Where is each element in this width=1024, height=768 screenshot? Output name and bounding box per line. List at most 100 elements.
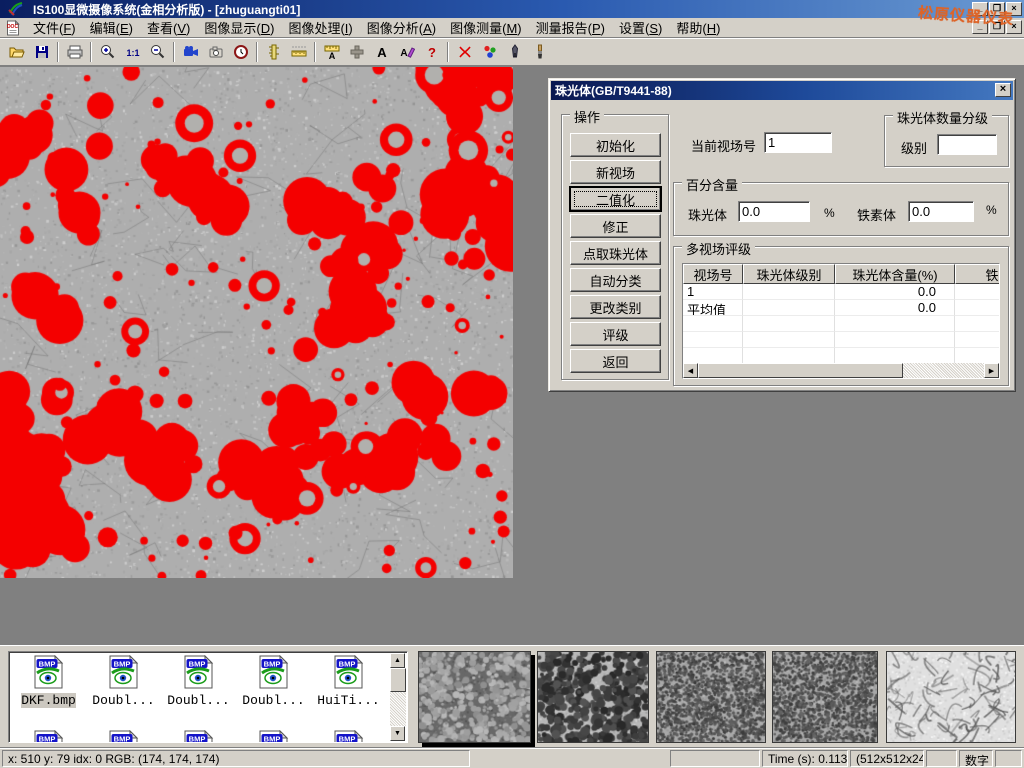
caliper-icon[interactable] <box>261 41 286 64</box>
file-item-3[interactable]: BMPDoubl... <box>236 655 311 708</box>
column-header-0[interactable]: 视场号 <box>683 264 743 284</box>
grid-icon[interactable] <box>344 41 369 64</box>
table-row-1[interactable]: 平均值0.0 <box>683 300 999 316</box>
level-input[interactable] <box>937 134 997 155</box>
table-cell <box>955 284 1000 300</box>
op-button-7[interactable]: 评级 <box>570 322 661 346</box>
column-header-2[interactable]: 珠光体含量(%) <box>835 264 955 284</box>
bottom-panel: BMPDKF.bmpBMPDoubl...BMPDoubl...BMPDoubl… <box>0 645 1024 747</box>
menu-item-7[interactable]: 测量报告(P) <box>529 16 612 39</box>
svg-text:?: ? <box>428 45 436 60</box>
thumbnail-4[interactable] <box>772 651 878 743</box>
column-header-1[interactable]: 珠光体级别 <box>743 264 835 284</box>
text-icon[interactable]: A <box>369 41 394 64</box>
menu-item-2[interactable]: 查看(V) <box>140 16 197 39</box>
scroll-left-icon[interactable]: ◀ <box>683 363 698 378</box>
file-item-2[interactable]: BMPDoubl... <box>161 655 236 708</box>
table-row-4[interactable] <box>683 348 999 364</box>
thumbnail-1[interactable] <box>418 651 531 743</box>
curve-cut-icon[interactable] <box>452 41 477 64</box>
menu-item-3[interactable]: 图像显示(D) <box>197 16 281 39</box>
scrollbar-thumb[interactable] <box>390 668 406 692</box>
file-item-partial-2[interactable]: BMP <box>161 730 236 743</box>
pearlite-value-input[interactable] <box>738 201 810 222</box>
menu-item-4[interactable]: 图像处理(I) <box>281 16 359 39</box>
metallograph-image[interactable] <box>0 67 513 578</box>
op-button-5[interactable]: 自动分类 <box>570 268 661 292</box>
table-cell <box>743 284 835 300</box>
menu-item-9[interactable]: 帮助(H) <box>669 16 727 39</box>
grade-group: 珠光体数量分级 级别 <box>884 115 1009 167</box>
file-item-0[interactable]: BMPDKF.bmp <box>11 655 86 708</box>
menu-item-5[interactable]: 图像分析(A) <box>360 16 443 39</box>
dialog-close-icon[interactable]: × <box>995 83 1011 97</box>
file-item-partial-4[interactable]: BMP <box>311 730 386 743</box>
scroll-up-icon[interactable]: ▲ <box>390 653 405 668</box>
ferrite-value-input[interactable] <box>908 201 974 222</box>
save-icon[interactable] <box>29 41 54 64</box>
ruler-icon[interactable] <box>286 41 311 64</box>
open-icon[interactable] <box>4 41 29 64</box>
op-button-6[interactable]: 更改类别 <box>570 295 661 319</box>
brush-icon[interactable] <box>527 41 552 64</box>
dialog-body: 操作 初始化新视场二值化修正点取珠光体自动分类更改类别评级返回 当前视场号 珠光… <box>551 100 1013 387</box>
op-button-1[interactable]: 新视场 <box>570 160 661 184</box>
scroll-down-icon[interactable]: ▼ <box>390 726 405 741</box>
thumbnail-2[interactable] <box>537 651 649 743</box>
table-row-0[interactable]: 10.0 <box>683 284 999 300</box>
op-button-2[interactable]: 二值化 <box>570 187 661 211</box>
table-cell: 1 <box>683 284 743 300</box>
file-name: DKF.bmp <box>21 693 76 708</box>
vertical-scrollbar: ▲ ▼ <box>390 653 406 741</box>
file-item-partial-1[interactable]: BMP <box>86 730 161 743</box>
file-item-partial-0[interactable]: BMP <box>11 730 86 743</box>
pen-icon[interactable] <box>502 41 527 64</box>
table-cell <box>835 316 955 332</box>
actual-size-icon[interactable]: 1:1 <box>120 41 145 64</box>
video-camera-icon[interactable] <box>178 41 203 64</box>
camera-icon[interactable] <box>203 41 228 64</box>
thumbnail-3[interactable] <box>656 651 766 743</box>
table-row-3[interactable] <box>683 332 999 348</box>
op-button-8[interactable]: 返回 <box>570 349 661 373</box>
operations-group-title: 操作 <box>570 107 604 126</box>
menu-item-0[interactable]: 文件(F) <box>26 16 83 39</box>
menu-item-8[interactable]: 设置(S) <box>612 16 669 39</box>
file-item-1[interactable]: BMPDoubl... <box>86 655 161 708</box>
measure-text-icon[interactable]: A <box>319 41 344 64</box>
scroll-right-icon[interactable]: ▶ <box>984 363 999 378</box>
svg-text:BMP: BMP <box>339 735 356 744</box>
print-icon[interactable] <box>62 41 87 64</box>
op-button-3[interactable]: 修正 <box>570 214 661 238</box>
table-cell: 平均值 <box>683 300 743 316</box>
svg-text:BMP: BMP <box>264 735 281 744</box>
scrollbar-track[interactable] <box>390 692 406 726</box>
menu-item-1[interactable]: 编辑(E) <box>83 16 140 39</box>
pearlite-unit: % <box>824 206 835 220</box>
file-item-partial-3[interactable]: BMP <box>236 730 311 743</box>
menu-item-6[interactable]: 图像测量(M) <box>443 16 529 39</box>
scrollbar-track[interactable] <box>903 363 984 378</box>
mdi-client-area: 珠光体(GB/T9441-88) × 操作 初始化新视场二值化修正点取珠光体自动… <box>0 66 1024 645</box>
toolbar-separator <box>314 42 316 62</box>
column-header-3[interactable]: 铁素体 <box>955 264 1000 284</box>
zoom-out-icon[interactable] <box>145 41 170 64</box>
table-row-2[interactable] <box>683 316 999 332</box>
file-item-4[interactable]: BMPHuiTi... <box>311 655 386 708</box>
current-field-input[interactable] <box>764 132 832 153</box>
zoom-in-icon[interactable] <box>95 41 120 64</box>
clock-icon[interactable] <box>228 41 253 64</box>
thumbnail-5[interactable] <box>886 651 1016 743</box>
document-icon[interactable]: DOC <box>4 20 22 36</box>
particles-icon[interactable] <box>477 41 502 64</box>
status-bar: x: 510 y: 79 idx: 0 RGB: (174, 174, 174)… <box>0 747 1024 768</box>
table-cell: 0.0 <box>835 284 955 300</box>
scrollbar-thumb[interactable] <box>698 363 903 378</box>
op-button-4[interactable]: 点取珠光体 <box>570 241 661 265</box>
op-button-0[interactable]: 初始化 <box>570 133 661 157</box>
table-cell <box>683 348 743 364</box>
status-time: Time (s): 0.113 <box>762 750 848 767</box>
file-name: Doubl... <box>92 693 154 708</box>
annotate-icon[interactable]: A <box>394 41 419 64</box>
help-icon[interactable]: ? <box>419 41 444 64</box>
